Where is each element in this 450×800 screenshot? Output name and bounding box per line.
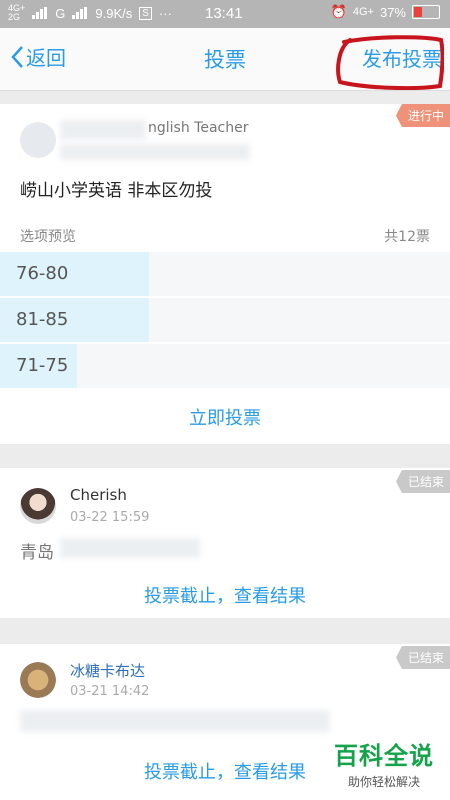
view-results-button[interactable]: 投票截止，查看结果	[0, 582, 450, 608]
avatar	[20, 488, 56, 524]
poll-option[interactable]: 81-85	[0, 298, 450, 342]
notification-icon: S	[139, 6, 152, 20]
poll-card-ended[interactable]: 已结束 Cherish 03-22 15:59 青岛 投票截止，查看结果	[0, 468, 450, 618]
author-name: 冰糖卡布达	[70, 662, 146, 680]
avatar	[20, 122, 56, 158]
avatar	[20, 662, 56, 698]
poll-title: 崂山小学英语 非本区勿投	[20, 181, 213, 201]
view-results-button[interactable]: 投票截止，查看结果	[0, 758, 450, 784]
network-speed: 9.9K/s	[95, 5, 133, 21]
network-bottom-label: 2G	[8, 12, 21, 22]
poll-time: 03-21 14:42	[70, 684, 150, 699]
option-label: 81-85	[16, 309, 69, 330]
status-badge: 已结束	[395, 646, 450, 669]
blurred-poll-title	[20, 710, 330, 732]
option-label: 76-80	[16, 263, 69, 284]
carrier-label: G	[55, 5, 66, 21]
poll-card-active[interactable]: 进行中 nglish Teacher 崂山小学英语 非本区勿投 选项预览 共12…	[0, 104, 450, 444]
clock: 13:41	[205, 5, 243, 22]
option-label: 71-75	[16, 355, 69, 376]
blurred-poll-title	[60, 538, 200, 558]
author-name: Cherish	[70, 486, 127, 504]
status-badge: 进行中	[395, 104, 450, 127]
vote-now-button[interactable]: 立即投票	[0, 404, 450, 430]
signal-icon-2	[72, 7, 88, 19]
back-button[interactable]: 返回	[10, 42, 66, 71]
back-label: 返回	[26, 46, 66, 70]
chevron-left-icon	[11, 45, 23, 68]
battery-percent: 37%	[379, 4, 406, 20]
signal-icon	[32, 7, 48, 19]
status-badge: 已结束	[395, 470, 450, 493]
alarm-icon: ⏰	[330, 4, 347, 19]
navigation-bar: 返回 投票 发布投票	[0, 28, 450, 91]
battery-icon	[412, 5, 440, 19]
status-left: 4G+ 2G G 9.9K/s S ···	[8, 4, 172, 22]
status-right: ⏰ 4G+ 37%	[331, 4, 440, 20]
blurred-author-name	[60, 120, 146, 140]
poll-option[interactable]: 71-75	[0, 344, 450, 388]
total-votes: 共12票	[384, 229, 430, 245]
poll-option[interactable]: 76-80	[0, 252, 450, 296]
poll-card-ended[interactable]: 已结束 冰糖卡布达 03-21 14:42 投票截止，查看结果	[0, 644, 450, 800]
author-name: nglish Teacher	[148, 120, 249, 136]
publish-poll-button[interactable]: 发布投票	[362, 43, 442, 72]
poll-title: 青岛	[20, 543, 54, 563]
options-preview-label: 选项预览	[20, 229, 76, 245]
poll-time: 03-22 15:59	[70, 510, 150, 525]
network-right-label: 4G+	[352, 6, 374, 18]
network-type: 4G+ 2G	[8, 4, 25, 22]
blurred-author-line	[60, 144, 250, 160]
more-notifications-icon: ···	[158, 5, 172, 21]
status-bar: 4G+ 2G G 9.9K/s S ··· 13:41 ⏰ 4G+ 37%	[0, 0, 450, 28]
